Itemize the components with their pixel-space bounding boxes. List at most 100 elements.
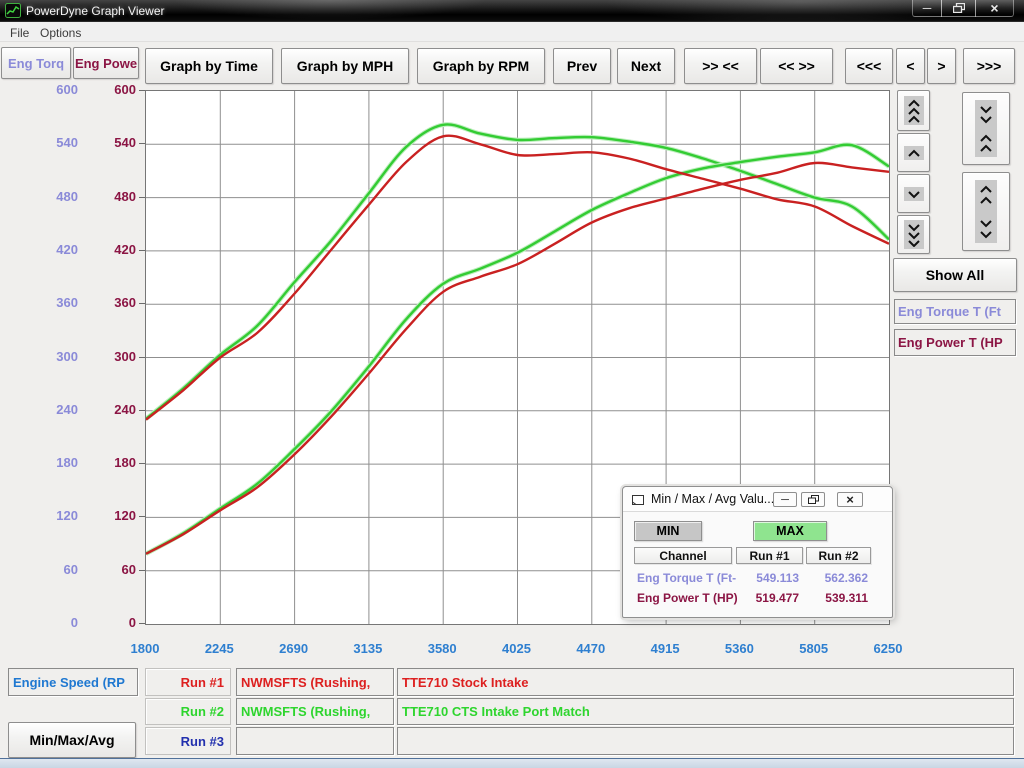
torque-tick-label: 240 (30, 402, 78, 417)
zoom-in-y-button[interactable] (962, 92, 1010, 165)
dialog-minimize-icon: ─ (781, 494, 789, 506)
graph-by-mph-button[interactable]: Graph by MPH (281, 48, 409, 84)
next-button[interactable]: Next (617, 48, 675, 84)
x-tick-label: 5360 (709, 641, 769, 656)
run2-description-field: TTE710 CTS Intake Port Match (397, 698, 1014, 725)
dialog-restore-icon (808, 495, 819, 504)
power-tick-label: 600 (88, 82, 136, 97)
table-cell-value: 519.477 (741, 591, 799, 605)
run2-label: Run #2 (145, 698, 231, 725)
torque-tick-label: 420 (30, 242, 78, 257)
run3-description-field (397, 727, 1014, 755)
min-max-avg-button[interactable]: Min/Max/Avg (8, 722, 136, 758)
x-tick-label: 4470 (561, 641, 621, 656)
channel-label-torque: Eng Torque T (Ft (894, 299, 1016, 324)
dialog-minimize-button[interactable]: ─ (773, 492, 797, 507)
x-channel-label: Engine Speed (RP (8, 668, 138, 696)
torque-tick-label: 600 (30, 82, 78, 97)
dialog-close-icon: × (846, 492, 854, 507)
minmax-dialog: Min / Max / Avg Valu... ─ × MIN MAX Chan… (622, 486, 893, 618)
torque-tick-label: 60 (30, 562, 78, 577)
x-tick-label: 2690 (264, 641, 324, 656)
chevrons-inward-icon (975, 100, 997, 157)
scroll-right-fast-button[interactable]: >>> (963, 48, 1015, 84)
power-tick-label: 540 (88, 135, 136, 150)
table-cell-channel: Eng Power T (HP) (637, 591, 747, 605)
graph-by-time-button[interactable]: Graph by Time (145, 48, 273, 84)
x-tick-label: 6250 (858, 641, 918, 656)
x-tick-label: 4025 (487, 641, 547, 656)
run3-source-field (236, 727, 394, 755)
column-header-run1[interactable]: Run #1 (736, 547, 803, 564)
x-tick-label: 3135 (338, 641, 398, 656)
scroll-down-fast-button[interactable] (897, 215, 930, 254)
graph-by-rpm-button[interactable]: Graph by RPM (417, 48, 545, 84)
torque-tick-label: 540 (30, 135, 78, 150)
torque-tick-label: 120 (30, 508, 78, 523)
zoom-out-x-button[interactable]: << >> (760, 48, 833, 84)
zoom-in-x-button[interactable]: >> << (684, 48, 757, 84)
torque-tick-label: 300 (30, 349, 78, 364)
scroll-left-fast-button[interactable]: <<< (845, 48, 893, 84)
run1-source-field: NWMSFTS (Rushing, (236, 668, 394, 696)
torque-tick-label: 480 (30, 189, 78, 204)
table-cell-value: 549.113 (741, 571, 799, 585)
power-tick-label: 0 (88, 615, 136, 630)
zoom-out-y-button[interactable] (962, 172, 1010, 251)
column-header-channel[interactable]: Channel (634, 547, 732, 564)
x-tick-label: 5805 (784, 641, 844, 656)
prev-button[interactable]: Prev (553, 48, 611, 84)
triple-chevron-down-icon (904, 220, 924, 249)
torque-tick-label: 180 (30, 455, 78, 470)
x-tick-label: 3580 (412, 641, 472, 656)
x-tick-label: 2245 (189, 641, 249, 656)
dialog-icon (631, 494, 645, 506)
channel-label-power: Eng Power T (HP (894, 329, 1016, 356)
torque-tick-label: 0 (30, 615, 78, 630)
chevron-up-icon (904, 146, 924, 160)
x-tick-label: 1800 (115, 641, 175, 656)
power-tick-label: 240 (88, 402, 136, 417)
scroll-up-button[interactable] (897, 133, 930, 172)
column-header-run2[interactable]: Run #2 (806, 547, 871, 564)
menu-options[interactable]: Options (34, 24, 87, 42)
app-icon (5, 3, 21, 18)
maximize-button[interactable] (941, 0, 976, 17)
chevron-down-icon (904, 187, 924, 201)
restore-icon (953, 3, 965, 13)
window-title: PowerDyne Graph Viewer (26, 4, 165, 18)
title-bar[interactable]: PowerDyne Graph Viewer ─ × (0, 0, 1024, 22)
power-tick-label: 420 (88, 242, 136, 257)
menu-bar: File Options (0, 22, 1024, 42)
max-toggle-button[interactable]: MAX (753, 521, 827, 541)
power-tick-label: 120 (88, 508, 136, 523)
power-axis-button[interactable]: Eng Powe (73, 47, 139, 79)
window-bottom-edge (0, 758, 1024, 768)
dialog-maximize-button[interactable] (801, 492, 825, 507)
torque-tick-label: 360 (30, 295, 78, 310)
min-toggle-button[interactable]: MIN (634, 521, 702, 541)
torque-axis-button[interactable]: Eng Torq (1, 47, 71, 79)
close-button[interactable]: × (975, 0, 1014, 17)
run3-label: Run #3 (145, 727, 231, 755)
menu-file[interactable]: File (4, 24, 35, 42)
triple-chevron-up-icon (904, 96, 924, 125)
power-tick-label: 480 (88, 189, 136, 204)
chevrons-outward-icon (975, 180, 997, 243)
minimize-button[interactable]: ─ (912, 0, 942, 17)
run2-source-field: NWMSFTS (Rushing, (236, 698, 394, 725)
dialog-close-button[interactable]: × (837, 492, 863, 507)
close-icon: × (990, 0, 998, 16)
power-tick-label: 300 (88, 349, 136, 364)
power-tick-label: 60 (88, 562, 136, 577)
run1-description-field: TTE710 Stock Intake (397, 668, 1014, 696)
run1-label: Run #1 (145, 668, 231, 696)
scroll-down-button[interactable] (897, 174, 930, 213)
minmax-dialog-titlebar[interactable]: Min / Max / Avg Valu... ─ × (623, 487, 892, 512)
scroll-left-button[interactable]: < (896, 48, 925, 84)
power-tick-label: 180 (88, 455, 136, 470)
scroll-right-button[interactable]: > (927, 48, 956, 84)
minimize-icon: ─ (923, 1, 932, 15)
show-all-button[interactable]: Show All (893, 258, 1017, 292)
scroll-up-fast-button[interactable] (897, 90, 930, 131)
